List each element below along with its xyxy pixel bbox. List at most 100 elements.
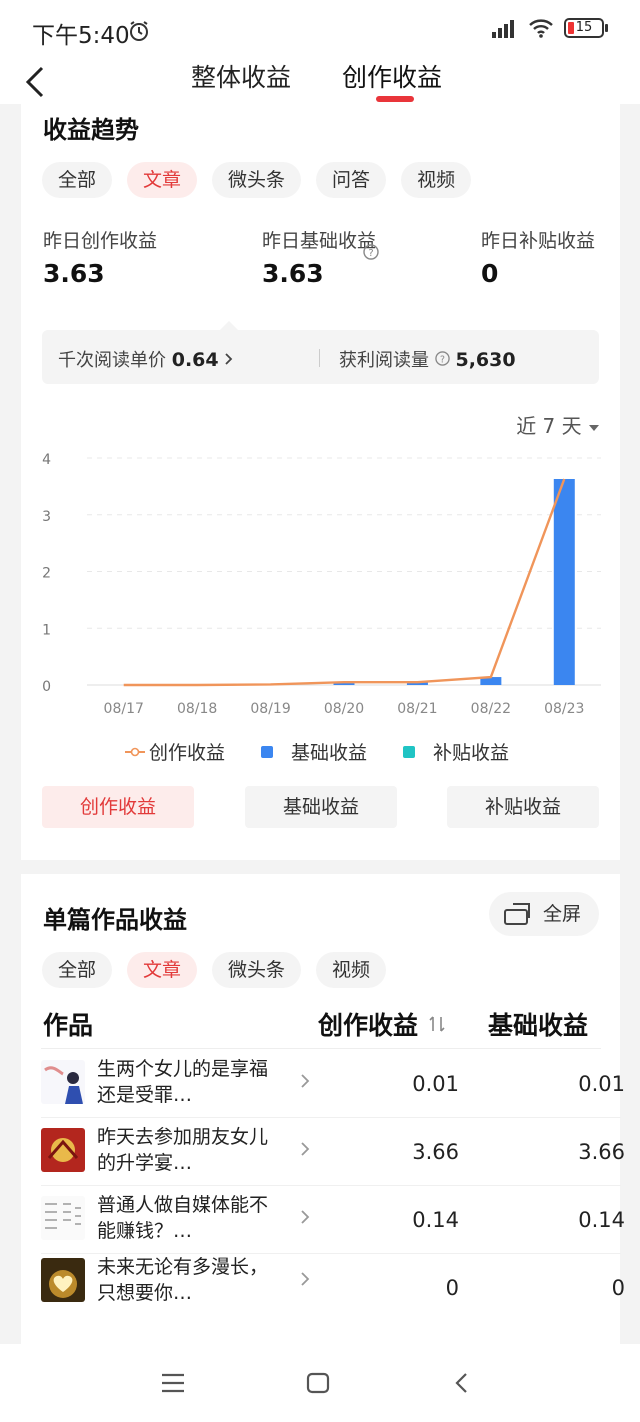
works-title: 单篇作品收益 [43,906,187,934]
work-title: 普通人做自媒体能不能赚钱？… [97,1194,269,1242]
active-tab-indicator [376,96,414,102]
reads-value: 5,630 [455,349,516,371]
chart-line [123,478,566,687]
table-row[interactable]: 生两个女儿的是享福还是受罪… 0.01 0.01 [41,1050,625,1118]
status-time: 下午5:40 [32,23,130,49]
status-bar: 下午5:40 15 [0,0,640,60]
rpm-link[interactable]: 千次阅读单价 0.64 [58,346,234,372]
btn-creation-earnings[interactable]: 创作收益 [42,786,194,828]
menu-icon[interactable] [160,1372,186,1394]
chevron-right-icon [301,1272,310,1286]
work-thumbnail [41,1258,85,1302]
trend-filter-chips: 全部 文章 微头条 问答 视频 [42,162,472,198]
legend-creation[interactable]: 创作收益 [125,738,225,765]
work-base-value: 0 [611,1276,625,1300]
tab-creation-earnings[interactable]: 创作收益 [342,58,442,94]
rpm-label: 千次阅读单价 [58,350,166,371]
earnings-trend-card: 收益趋势 全部 文章 微头条 问答 视频 昨日创作收益 3.63 昨日基础收益 … [21,104,620,860]
legend-base[interactable]: 基础收益 [261,738,367,765]
work-base-value: 3.66 [578,1140,625,1164]
back-button[interactable] [18,62,58,102]
signal-icon [492,20,514,38]
help-icon[interactable]: ? [363,244,379,260]
column-header-base: 基础收益 [488,1011,589,1040]
table-header-divider [41,1048,601,1049]
work-creation-value: 0.01 [412,1072,459,1096]
trend-title: 收益趋势 [43,116,139,144]
chevron-right-icon [301,1142,310,1156]
fullscreen-button[interactable]: 全屏 [489,892,599,936]
works-filter-chips: 全部 文章 微头条 视频 [42,952,387,988]
work-thumbnail [41,1128,85,1172]
x-tick-label: 08/18 [177,701,217,717]
chip-micro-post[interactable]: 微头条 [212,162,302,198]
range-label: 近 7 天 [516,414,582,438]
metric-value: 0 [481,259,499,288]
metric-label: 昨日创作收益 [43,230,158,252]
work-base-value: 0.14 [578,1208,625,1232]
metric-value: 3.63 [43,259,105,288]
rpm-value: 0.64 [171,349,219,371]
legend-line-marker [125,747,145,756]
metric-label: 昨日补贴收益 [481,230,596,252]
system-nav-bar [0,1344,640,1422]
chip-article[interactable]: 文章 [127,952,198,988]
back-nav-icon[interactable] [452,1371,472,1395]
x-tick-label: 08/22 [471,701,511,717]
svg-text:?: ? [368,248,373,259]
battery-icon: 15 [564,18,608,38]
table-row[interactable]: 未来无论有多漫长，只想要你… 0 0 [41,1248,625,1316]
work-creation-value: 3.66 [412,1140,459,1164]
status-icons: 15 [488,18,608,38]
work-thumbnail [41,1060,85,1104]
table-row[interactable]: 普通人做自媒体能不能赚钱？… 0.14 0.14 [41,1186,625,1254]
metric-value: 3.63 [262,259,324,288]
y-tick-label: 4 [42,452,51,468]
x-tick-label: 08/17 [104,701,144,717]
fullscreen-label: 全屏 [543,903,582,925]
rpm-info-box: 千次阅读单价 0.64 获利阅读量 ? 5,630 [42,321,599,384]
legend-subsidy[interactable]: 补贴收益 [403,738,509,765]
alarm-icon [130,21,148,41]
work-title: 昨天去参加朋友女儿的升学宴… [97,1126,269,1174]
work-creation-value: 0.14 [412,1208,459,1232]
chip-qa[interactable]: 问答 [316,162,387,198]
y-tick-label: 3 [42,509,51,525]
chip-video[interactable]: 视频 [401,162,472,198]
caret-down-icon [589,425,599,431]
home-icon[interactable] [305,1371,331,1395]
work-title: 生两个女儿的是享福还是受罪… [97,1058,269,1106]
work-base-value: 0.01 [578,1072,625,1096]
legend-label: 补贴收益 [433,742,510,764]
chip-all[interactable]: 全部 [42,162,113,198]
wifi-icon [529,19,553,38]
reads-label: 获利阅读量 [339,350,429,371]
y-tick-label: 0 [42,679,51,695]
chip-article[interactable]: 文章 [127,162,198,198]
btn-base-earnings[interactable]: 基础收益 [245,786,397,828]
chip-micro-post[interactable]: 微头条 [212,952,302,988]
table-row[interactable]: 昨天去参加朋友女儿的升学宴… 3.66 3.66 [41,1118,625,1186]
legend-bar-marker [403,745,415,758]
chip-video[interactable]: 视频 [316,952,387,988]
chevron-right-icon [225,353,233,365]
legend-label: 基础收益 [291,742,368,764]
metric-subsidy: 昨日补贴收益 0 [481,228,621,288]
tab-overall-earnings[interactable]: 整体收益 [191,58,291,94]
legend-bar-marker [261,745,273,758]
nav-bar: 整体收益 创作收益 [0,60,640,104]
reads-info: 获利阅读量 ? 5,630 [339,346,516,372]
x-tick-label: 08/23 [544,701,584,717]
column-header-creation[interactable]: 创作收益 [318,1006,447,1042]
metric-creation: 昨日创作收益 3.63 [43,228,183,288]
earnings-trend-chart: 0 1 2 3 4 08/17 08/18 08/19 08/20 08/21 08/22 08/23 [42,452,601,717]
help-icon[interactable]: ? [435,351,450,366]
btn-subsidy-earnings[interactable]: 补贴收益 [447,786,599,828]
y-tick-label: 1 [42,622,51,638]
chevron-right-icon [301,1074,310,1088]
y-tick-label: 2 [42,566,51,582]
metric-base: 昨日基础收益 3.63 [262,228,402,288]
chip-all[interactable]: 全部 [42,952,113,988]
date-range-selector[interactable]: 近 7 天 [516,410,600,439]
info-notch [220,321,238,330]
